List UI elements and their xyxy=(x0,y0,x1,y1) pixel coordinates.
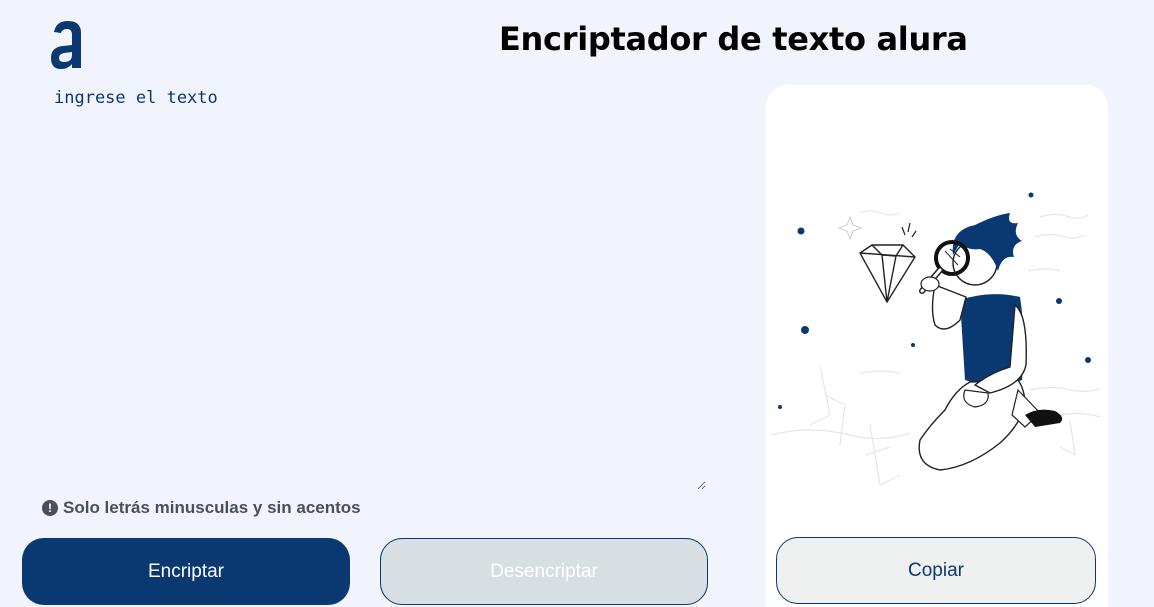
exclamation-circle-icon: ! xyxy=(42,500,58,516)
text-input[interactable] xyxy=(50,84,706,490)
person-with-magnifier-illustration xyxy=(770,192,1101,486)
page-title: Encriptador de texto alura xyxy=(499,20,968,58)
hint-text: Solo letrás minusculas y sin acentos xyxy=(63,498,361,517)
alura-logo-icon xyxy=(51,21,81,69)
app-page: Encriptador de texto alura ! Solo letrás… xyxy=(0,0,1154,607)
decrypt-button[interactable]: Desencriptar xyxy=(380,538,708,605)
input-hint: ! Solo letrás minusculas y sin acentos xyxy=(42,498,361,518)
encrypt-button[interactable]: Encriptar xyxy=(22,538,350,605)
copy-button[interactable]: Copiar xyxy=(776,537,1096,604)
